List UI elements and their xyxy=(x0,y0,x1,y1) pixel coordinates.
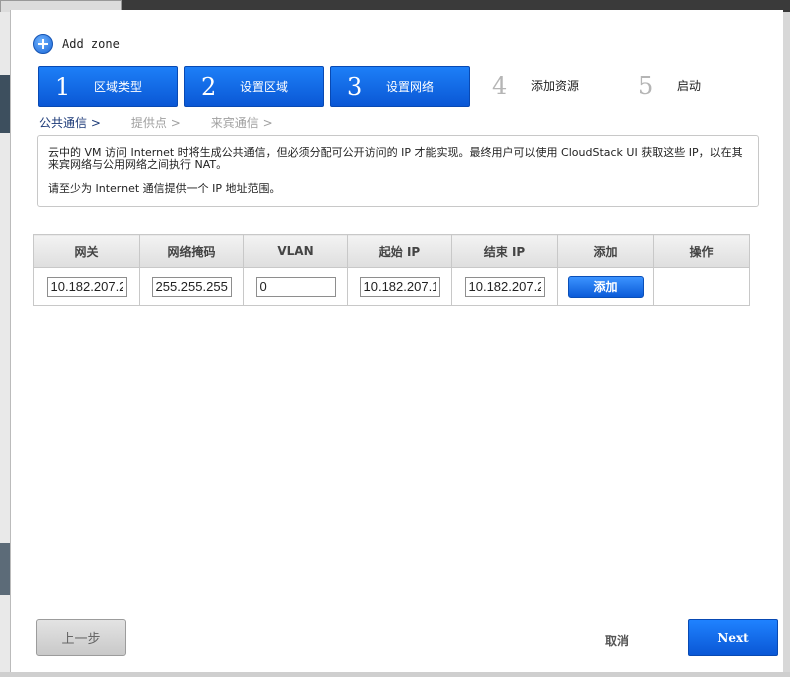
start-ip-cell xyxy=(347,267,452,306)
gateway-cell xyxy=(33,267,140,306)
table-row: 添加 xyxy=(33,267,750,306)
wizard-steps: 1 区域类型 2 设置区域 3 设置网络 4 添加资源 5 启动 xyxy=(38,66,758,107)
step-setup-zone[interactable]: 2 设置区域 xyxy=(184,66,324,107)
add-cell: 添加 xyxy=(557,267,654,306)
step-number: 5 xyxy=(638,71,654,100)
column-header-netmask: 网络掩码 xyxy=(139,234,244,268)
step-label: 添加资源 xyxy=(531,79,580,93)
step-number: 2 xyxy=(201,72,217,101)
add-zone-dialog: Add zone 1 区域类型 2 设置区域 3 设置网络 4 添加资源 5 启… xyxy=(10,10,783,672)
column-header-vlan: VLAN xyxy=(243,234,348,268)
step-launch: 5 启动 xyxy=(622,66,758,105)
step-label: 启动 xyxy=(677,79,702,93)
background-right-edge xyxy=(782,12,790,677)
subtab-public-traffic[interactable]: 公共通信 > xyxy=(39,114,101,131)
step-number: 1 xyxy=(55,72,71,101)
ip-range-table: 网关 网络掩码 VLAN 起始 IP 结束 IP 添加 操作 10.182.20… xyxy=(33,234,750,306)
subtab-guest-traffic[interactable]: 来宾通信 > xyxy=(211,114,273,131)
background-sidebar-block xyxy=(0,543,10,595)
previous-button[interactable]: 上一步 xyxy=(36,619,126,656)
info-box: 云中的 VM 访问 Internet 时将生成公共通信，但必须分配可公开访问的 … xyxy=(37,135,759,207)
dialog-title: Add zone xyxy=(62,37,120,51)
add-ip-range-button[interactable]: 添加 xyxy=(567,275,644,298)
netmask-input[interactable] xyxy=(151,276,232,297)
dialog-header: Add zone xyxy=(33,34,120,54)
step-label: 设置区域 xyxy=(240,80,289,94)
end-ip-cell xyxy=(451,267,558,306)
column-header-start-ip: 起始 IP xyxy=(347,234,452,268)
step-number: 4 xyxy=(492,71,508,100)
subtab-pod[interactable]: 提供点 > xyxy=(131,114,181,131)
column-header-actions: 操作 xyxy=(653,234,750,268)
step-label: 设置网络 xyxy=(386,80,435,94)
info-description: 云中的 VM 访问 Internet 时将生成公共通信，但必须分配可公开访问的 … xyxy=(48,146,743,171)
step-label: 区域类型 xyxy=(94,80,143,94)
actions-cell xyxy=(653,267,750,306)
next-button[interactable]: Next xyxy=(688,619,778,656)
background-sidebar-block xyxy=(0,75,10,133)
background-sidebar xyxy=(0,12,10,677)
vlan-cell xyxy=(243,267,348,306)
cancel-button[interactable]: 取消 xyxy=(591,630,643,650)
info-instruction: 请至少为 Internet 通信提供一个 IP 地址范围。 xyxy=(48,182,281,195)
column-header-gateway: 网关 xyxy=(33,234,140,268)
network-subtabs: 公共通信 > 提供点 > 来宾通信 > xyxy=(39,113,303,131)
step-setup-network[interactable]: 3 设置网络 xyxy=(330,66,470,107)
end-ip-input[interactable] xyxy=(464,276,545,297)
table-header-row: 网关 网络掩码 VLAN 起始 IP 结束 IP 添加 操作 xyxy=(33,234,750,268)
column-header-end-ip: 结束 IP xyxy=(451,234,558,268)
netmask-cell xyxy=(139,267,244,306)
start-ip-input[interactable] xyxy=(359,276,440,297)
step-zone-type[interactable]: 1 区域类型 xyxy=(38,66,178,107)
column-header-add: 添加 xyxy=(557,234,654,268)
step-number: 3 xyxy=(347,72,363,101)
step-add-resources: 4 添加资源 xyxy=(476,66,614,105)
background-bottom-edge xyxy=(0,672,790,677)
plus-circle-icon xyxy=(33,34,53,54)
vlan-input[interactable] xyxy=(255,276,336,297)
gateway-input[interactable] xyxy=(46,276,127,297)
